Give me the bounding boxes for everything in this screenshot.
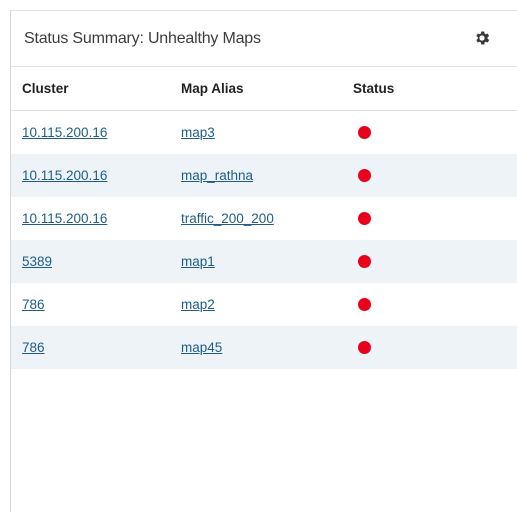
- cluster-link[interactable]: 10.115.200.16: [22, 211, 107, 226]
- cluster-link[interactable]: 10.115.200.16: [22, 168, 107, 183]
- status-unhealthy-icon: [358, 340, 371, 354]
- table-row: 786 map2: [11, 283, 517, 326]
- gear-icon[interactable]: [473, 29, 491, 47]
- table-row: 10.115.200.16 map3: [11, 111, 517, 154]
- cluster-link[interactable]: 10.115.200.16: [22, 125, 107, 140]
- table-row: 10.115.200.16 traffic_200_200: [11, 197, 517, 240]
- panel-title: Status Summary: Unhealthy Maps: [24, 29, 261, 47]
- map-alias-link[interactable]: map45: [181, 340, 222, 355]
- table-row: 786 map45: [11, 326, 517, 369]
- table-row: 5389 map1: [11, 240, 517, 283]
- map-alias-link[interactable]: traffic_200_200: [181, 211, 274, 226]
- map-alias-link[interactable]: map3: [181, 125, 215, 140]
- status-unhealthy-icon: [358, 297, 371, 311]
- map-alias-link[interactable]: map2: [181, 297, 215, 312]
- unhealthy-maps-panel: Status Summary: Unhealthy Maps Cluster M…: [10, 10, 517, 512]
- table-header: Cluster Map Alias Status: [11, 67, 517, 111]
- cluster-link[interactable]: 786: [22, 340, 45, 355]
- table-row: 10.115.200.16 map_rathna: [11, 154, 517, 197]
- map-alias-link[interactable]: map1: [181, 254, 215, 269]
- map-alias-link[interactable]: map_rathna: [181, 168, 253, 183]
- status-unhealthy-icon: [358, 254, 371, 268]
- column-header-cluster[interactable]: Cluster: [11, 81, 181, 96]
- column-header-map-alias[interactable]: Map Alias: [181, 81, 353, 96]
- status-unhealthy-icon: [358, 125, 371, 139]
- column-header-status[interactable]: Status: [353, 81, 517, 96]
- panel-header: Status Summary: Unhealthy Maps: [11, 11, 517, 67]
- status-unhealthy-icon: [358, 168, 371, 182]
- status-unhealthy-icon: [358, 211, 371, 225]
- cluster-link[interactable]: 5389: [22, 254, 52, 269]
- cluster-link[interactable]: 786: [22, 297, 45, 312]
